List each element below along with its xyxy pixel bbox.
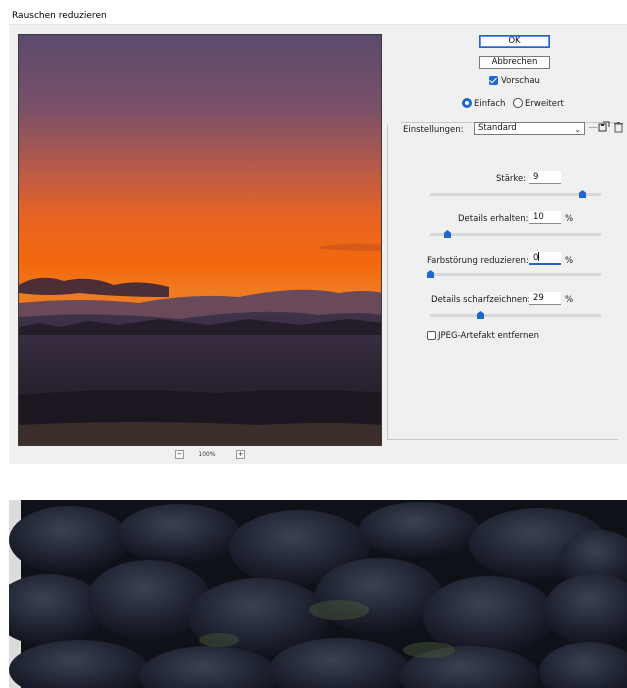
advanced-radio[interactable]: [513, 98, 523, 108]
reduce-color-noise-unit: %: [565, 256, 574, 266]
chevron-down-icon: ⌄: [574, 125, 581, 134]
strength-label: Stärke:: [496, 174, 527, 184]
preview-image[interactable]: [18, 34, 382, 446]
dialog-title: Rauschen reduzieren: [12, 11, 107, 21]
sunset-landscape-image: [19, 35, 381, 445]
reduce-color-noise-label: Farbstörung reduzieren:: [427, 256, 529, 266]
reduce-color-noise-input[interactable]: 0: [529, 252, 561, 265]
divider-line: —: [588, 122, 598, 133]
jpeg-artifact-label: JPEG-Artefakt entfernen: [438, 331, 540, 341]
settings-dropdown-value: Standard: [478, 123, 517, 133]
mossy-rocks-image: [9, 500, 627, 688]
trash-icon[interactable]: [613, 121, 624, 136]
zoom-level: 100%: [198, 451, 216, 458]
settings-group: [387, 122, 618, 440]
settings-label: Einstellungen:: [403, 125, 464, 135]
sharpen-details-slider-track[interactable]: [430, 314, 601, 317]
simple-radio[interactable]: [462, 98, 472, 108]
zoom-bar: − 100% +: [18, 448, 382, 460]
jpeg-artifact-checkbox[interactable]: [427, 331, 436, 340]
strength-slider-track[interactable]: [430, 193, 601, 196]
preview-checkbox-label: Vorschau: [501, 76, 540, 86]
reduce-color-noise-slider-track[interactable]: [430, 273, 601, 276]
simple-radio-label: Einfach: [474, 99, 506, 109]
title-bar: Rauschen reduzieren: [9, 8, 627, 25]
advanced-radio-label: Erweitert: [525, 99, 564, 109]
text-caret: [538, 252, 540, 261]
zoom-in-button[interactable]: +: [236, 450, 245, 459]
preserve-details-input[interactable]: 10: [529, 211, 561, 224]
preserve-details-label: Details erhalten:: [458, 214, 529, 224]
background-photo: [9, 500, 627, 688]
settings-dropdown[interactable]: Standard ⌄: [474, 122, 585, 135]
preserve-details-unit: %: [565, 214, 574, 224]
save-preset-icon[interactable]: [598, 121, 610, 136]
group-notch: [387, 116, 401, 124]
sharpen-details-input[interactable]: 29: [529, 292, 561, 305]
sharpen-details-label: Details scharfzeichnen:: [431, 295, 531, 305]
ok-button[interactable]: OK: [479, 35, 550, 48]
sharpen-details-unit: %: [565, 295, 574, 305]
zoom-out-button[interactable]: −: [175, 450, 184, 459]
preview-checkbox[interactable]: [489, 76, 498, 85]
preserve-details-slider-track[interactable]: [430, 233, 601, 236]
strength-input[interactable]: 9: [529, 171, 561, 184]
cancel-button[interactable]: Abbrechen: [479, 56, 550, 69]
